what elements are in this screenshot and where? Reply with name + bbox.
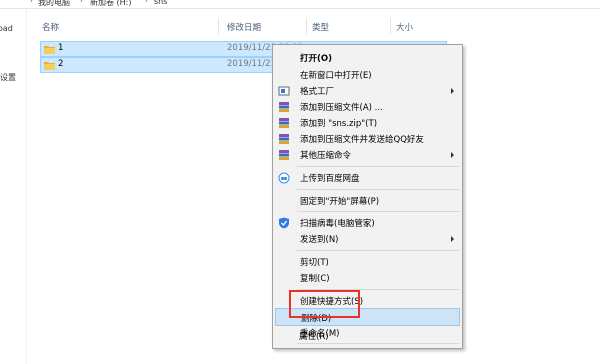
menu-separator (297, 250, 459, 251)
folder-icon (44, 46, 55, 54)
menu-separator (297, 166, 459, 167)
menu-item-label: 剪切(T) (300, 258, 329, 268)
menu-item-label: 上传到百度网盘 (300, 174, 360, 184)
navigation-pane[interactable]: oad 设置 (0, 10, 27, 364)
highlight-box (289, 290, 360, 318)
menu-separator (297, 189, 459, 190)
file-name: 2 (58, 59, 64, 69)
shield-icon (279, 217, 289, 229)
submenu-arrow-icon (451, 152, 454, 158)
menu-item-label: 添加到 "sns.zip"(T) (300, 119, 378, 129)
winrar-icon (279, 102, 289, 112)
menu-item-label: 扫描病毒(电脑管家) (300, 219, 375, 229)
winrar-icon (279, 118, 289, 128)
submenu-arrow-icon (451, 88, 454, 94)
menu-separator (297, 211, 459, 212)
menu-item-send-to[interactable]: 发送到(N) (275, 230, 460, 248)
column-header-size[interactable]: 大小 (396, 21, 413, 33)
file-date: 2019/11/23 (227, 59, 276, 69)
chevron-right-icon: › (30, 0, 33, 5)
menu-item-label: 属性(R) (299, 332, 329, 342)
submenu-arrow-icon (451, 236, 454, 242)
nav-item-settings[interactable]: 设置 (0, 72, 16, 83)
column-header-date[interactable]: 修改日期 (227, 21, 261, 33)
menu-item-label: 发送到(N) (300, 235, 339, 245)
address-bar[interactable]: › 我的电脑 › 新加卷 (H:) › sns (0, 0, 600, 9)
chevron-right-icon: › (80, 0, 83, 5)
winrar-icon (279, 134, 289, 144)
chevron-right-icon: › (145, 0, 148, 5)
column-header-name[interactable]: 名称 (42, 21, 59, 33)
menu-item-copy[interactable]: 复制(C) (275, 269, 460, 287)
nav-item-downloads[interactable]: oad (0, 24, 13, 33)
column-divider[interactable] (306, 18, 307, 34)
menu-item-label: 复制(C) (300, 274, 330, 284)
menu-item-label: 在新窗口中打开(E) (300, 71, 372, 81)
menu-item-label: 格式工厂 (300, 87, 335, 97)
winrar-icon (279, 150, 289, 160)
menu-item-open[interactable]: 打开(O) (275, 49, 460, 67)
menu-item-properties[interactable]: 属性(R) (274, 327, 459, 345)
breadcrumb-volume[interactable]: 新加卷 (H:) (90, 0, 132, 8)
folder-icon (44, 62, 55, 70)
breadcrumb-computer[interactable]: 我的电脑 (38, 0, 70, 8)
format-factory-icon (278, 86, 290, 96)
menu-item-upload-baidu[interactable]: 上传到百度网盘 (275, 169, 460, 187)
menu-item-label: 添加到压缩文件并发送给QQ好友 (300, 135, 424, 145)
column-divider[interactable] (218, 18, 219, 34)
column-header-type[interactable]: 类型 (312, 21, 329, 33)
menu-item-pin-start[interactable]: 固定到"开始"屏幕(P) (275, 192, 460, 210)
menu-item-label: 固定到"开始"屏幕(P) (300, 197, 380, 207)
column-divider[interactable] (390, 18, 391, 34)
file-name: 1 (58, 43, 64, 53)
baidu-cloud-icon (278, 172, 290, 184)
menu-item-other-compress[interactable]: 其他压缩命令 (275, 146, 460, 164)
menu-item-label: 其他压缩命令 (300, 151, 352, 161)
menu-item-label: 打开(O) (300, 54, 332, 64)
breadcrumb-sns[interactable]: sns (154, 0, 167, 6)
menu-item-label: 添加到压缩文件(A) ... (300, 103, 383, 113)
